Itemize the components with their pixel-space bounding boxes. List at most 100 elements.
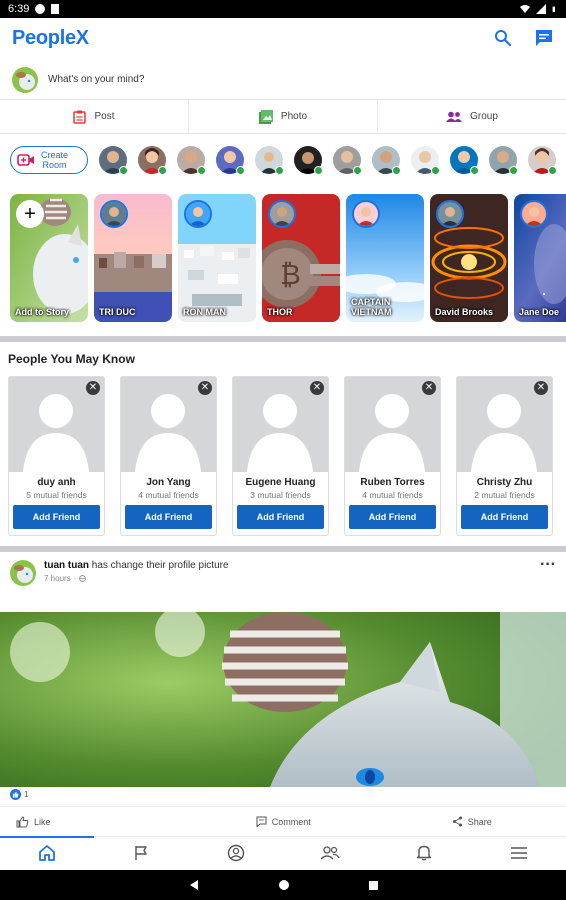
bell-icon: [417, 845, 432, 861]
post-image[interactable]: [0, 612, 566, 787]
add-friend-button[interactable]: Add Friend: [237, 505, 324, 529]
more-options-icon[interactable]: ···: [540, 557, 556, 573]
user-avatar[interactable]: [12, 66, 38, 93]
messenger-icon[interactable]: [534, 29, 554, 47]
story-card[interactable]: TRI DUC: [94, 194, 172, 322]
add-friend-button[interactable]: Add Friend: [13, 505, 100, 529]
create-room-label-1: Create: [41, 150, 69, 160]
dismiss-icon[interactable]: ✕: [310, 381, 324, 395]
dismiss-icon[interactable]: ✕: [422, 381, 436, 395]
online-dot: [236, 166, 245, 175]
online-friend[interactable]: [450, 146, 479, 175]
search-icon[interactable]: [494, 29, 512, 47]
tab-menu[interactable]: [472, 837, 566, 868]
svg-text:₿: ₿: [280, 259, 301, 290]
tab-profile[interactable]: [189, 837, 283, 868]
tab-home[interactable]: [0, 836, 95, 868]
group-action-button[interactable]: Group: [378, 100, 566, 133]
pymk-mutual: 4 mutual friends: [138, 490, 199, 500]
pymk-name: Jon Yang: [146, 477, 191, 488]
pymk-name: Eugene Huang: [245, 477, 316, 488]
sd-card-icon: [51, 4, 60, 14]
online-dot: [353, 166, 362, 175]
online-friend[interactable]: [216, 146, 245, 175]
online-friend[interactable]: [372, 146, 401, 175]
online-friend[interactable]: [177, 146, 206, 175]
online-dot: [197, 166, 206, 175]
story-card[interactable]: Jane Doe: [514, 194, 566, 322]
online-friend[interactable]: [138, 146, 167, 175]
post-author-avatar[interactable]: [10, 560, 36, 586]
composer-prompt[interactable]: What's on your mind?: [48, 74, 144, 85]
online-dot: [509, 166, 518, 175]
back-icon[interactable]: [188, 879, 200, 891]
online-friend[interactable]: [333, 146, 362, 175]
online-dot: [314, 166, 323, 175]
stories-row: + Add to Story TRI DUC RON MAN ₿ THOR CA…: [0, 194, 566, 322]
tab-friends[interactable]: [283, 837, 377, 868]
online-friend[interactable]: [411, 146, 440, 175]
friends-icon: [320, 845, 340, 859]
online-friend[interactable]: [489, 146, 518, 175]
comment-button[interactable]: Comment: [189, 807, 378, 836]
online-friend[interactable]: [528, 146, 557, 175]
thumbs-up-icon: [16, 815, 29, 827]
add-friend-button[interactable]: Add Friend: [349, 505, 436, 529]
pymk-list: ✕ duy anh 5 mutual friends Add Friend ✕ …: [8, 376, 566, 536]
story-card[interactable]: CAPTAIN VIETNAM: [346, 194, 424, 322]
profile-placeholder: ✕: [9, 377, 104, 472]
pymk-title: People You May Know: [8, 352, 135, 366]
post-author[interactable]: tuan tuan: [44, 560, 89, 571]
composer[interactable]: What's on your mind?: [0, 60, 566, 100]
pymk-card[interactable]: ✕ Jon Yang 4 mutual friends Add Friend: [120, 376, 217, 536]
like-count[interactable]: 1: [10, 789, 28, 800]
online-dot: [158, 166, 167, 175]
add-friend-button[interactable]: Add Friend: [125, 505, 212, 529]
story-label: CAPTAIN VIETNAM: [351, 297, 392, 317]
post-action-button[interactable]: Post: [0, 100, 189, 133]
home-button-icon[interactable]: [278, 879, 290, 891]
status-bar: 6:39: [0, 0, 566, 18]
online-friends-row: Create Room: [0, 138, 566, 182]
like-button[interactable]: Like: [0, 807, 189, 836]
comment-label: Comment: [271, 816, 311, 827]
menu-icon: [510, 846, 527, 859]
recents-icon[interactable]: [368, 880, 379, 891]
pymk-card[interactable]: ✕ Ruben Torres 4 mutual friends Add Frie…: [344, 376, 441, 536]
app-bar: PeopleX: [0, 18, 566, 58]
signal-icon: [536, 4, 546, 14]
photo-action-button[interactable]: Photo: [189, 100, 378, 133]
profile-placeholder: ✕: [457, 377, 552, 472]
add-friend-button[interactable]: Add Friend: [461, 505, 548, 529]
story-label: RON MAN: [183, 307, 226, 317]
pymk-card[interactable]: ✕ Christy Zhu 2 mutual friends Add Frien…: [456, 376, 553, 536]
story-card[interactable]: David Brooks: [430, 194, 508, 322]
online-friend[interactable]: [99, 146, 128, 175]
dismiss-icon[interactable]: ✕: [198, 381, 212, 395]
pymk-mutual: 4 mutual friends: [362, 490, 423, 500]
story-label: TRI DUC: [99, 307, 136, 317]
story-card[interactable]: ₿ THOR: [262, 194, 340, 322]
online-dot: [119, 166, 128, 175]
post-time-separator: ·: [73, 574, 77, 583]
story-card[interactable]: RON MAN: [178, 194, 256, 322]
pymk-card[interactable]: ✕ duy anh 5 mutual friends Add Friend: [8, 376, 105, 536]
create-room-button[interactable]: Create Room: [10, 146, 88, 174]
system-nav-bar: [0, 870, 566, 900]
add-story-card[interactable]: + Add to Story: [10, 194, 88, 322]
pymk-card[interactable]: ✕ Eugene Huang 3 mutual friends Add Frie…: [232, 376, 329, 536]
story-label: Add to Story: [15, 307, 69, 317]
share-icon: [452, 816, 462, 827]
online-friend[interactable]: [255, 146, 284, 175]
tab-pages[interactable]: [94, 837, 188, 868]
tab-notifications[interactable]: [377, 837, 471, 868]
online-dot: [392, 166, 401, 175]
online-friend[interactable]: [294, 146, 323, 175]
like-label: Like: [34, 816, 51, 827]
status-time: 6:39: [8, 3, 30, 15]
dismiss-icon[interactable]: ✕: [86, 381, 100, 395]
post-icon: [73, 110, 87, 124]
share-button[interactable]: Share: [378, 807, 566, 836]
dismiss-icon[interactable]: ✕: [534, 381, 548, 395]
section-divider: [0, 336, 566, 342]
